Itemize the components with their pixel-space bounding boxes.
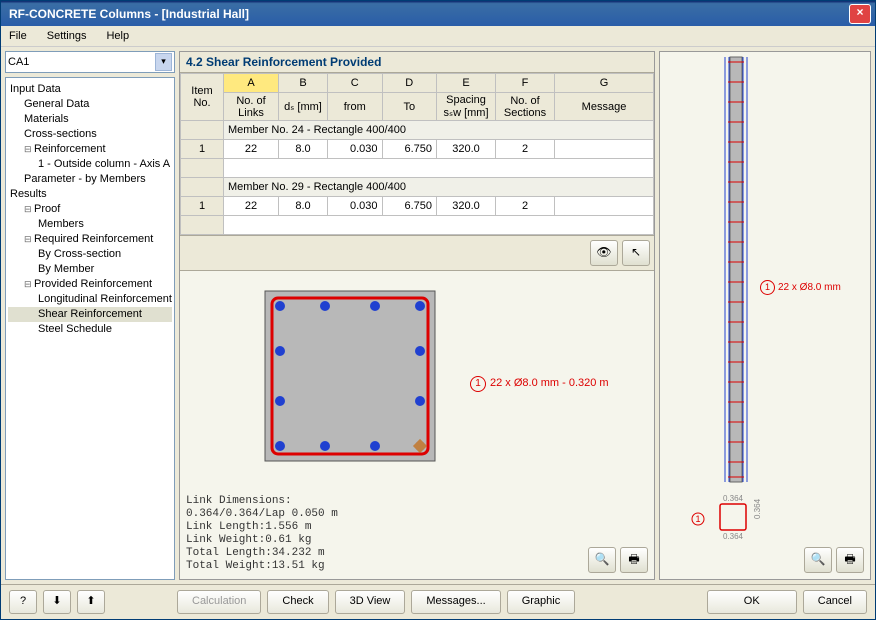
- hdr-ds: dₛ [mm]: [279, 93, 328, 121]
- hdr-sections: No. of Sections: [496, 93, 555, 121]
- col-item: Item No.: [181, 74, 224, 121]
- section-thumbnail: 1 0.364 0.364 0.364: [690, 489, 780, 547]
- hdr-to: To: [382, 93, 437, 121]
- nav-tree[interactable]: Input Data General Data Materials Cross-…: [5, 77, 175, 580]
- table-row[interactable]: 1 22 8.0 0.030 6.750 320.0 2: [181, 140, 654, 159]
- svg-text:0.364: 0.364: [723, 494, 744, 503]
- import-button[interactable]: ⬇: [43, 590, 71, 614]
- menubar: File Settings Help: [1, 26, 875, 47]
- tree-by-cs[interactable]: By Cross-section: [8, 247, 172, 262]
- svg-text:0.364: 0.364: [723, 532, 744, 541]
- col-A[interactable]: A: [224, 74, 279, 93]
- col-G[interactable]: G: [555, 74, 654, 93]
- graphic-button[interactable]: Graphic: [507, 590, 576, 614]
- table-row[interactable]: 1 22 8.0 0.030 6.750 320.0 2: [181, 197, 654, 216]
- tree-parameter[interactable]: Parameter - by Members: [8, 172, 172, 187]
- menu-help[interactable]: Help: [102, 28, 133, 44]
- pick-icon[interactable]: ↖: [622, 240, 650, 266]
- zoom-icon[interactable]: 🔍: [804, 547, 832, 573]
- group-row[interactable]: Member No. 24 - Rectangle 400/400: [224, 121, 654, 140]
- group-row[interactable]: Member No. 29 - Rectangle 400/400: [224, 178, 654, 197]
- col-D[interactable]: D: [382, 74, 437, 93]
- section-annotation: 1 22 x Ø8.0 mm - 0.320 m: [470, 376, 609, 392]
- col-E[interactable]: E: [437, 74, 496, 93]
- ok-button[interactable]: OK: [707, 590, 797, 614]
- link-dimensions-text: Link Dimensions: 0.364/0.364/Lap 0.050 m…: [186, 495, 338, 573]
- menu-file[interactable]: File: [5, 28, 31, 44]
- tree-members[interactable]: Members: [8, 217, 172, 232]
- tree-materials[interactable]: Materials: [8, 112, 172, 127]
- annotation-number: 1: [470, 376, 486, 392]
- cross-section-view[interactable]: 1 22 x Ø8.0 mm - 0.320 m Link Dimensions:…: [180, 270, 654, 579]
- hdr-from: from: [328, 93, 383, 121]
- titlebar: RF-CONCRETE Columns - [Industrial Hall] …: [1, 1, 875, 26]
- menu-settings[interactable]: Settings: [43, 28, 91, 44]
- print-icon[interactable]: 🖶: [620, 547, 648, 573]
- eye-icon[interactable]: 👁: [590, 240, 618, 266]
- close-icon[interactable]: ×: [849, 4, 871, 24]
- chevron-down-icon[interactable]: ▾: [155, 53, 172, 71]
- export-button[interactable]: ⬆: [77, 590, 105, 614]
- window-title: RF-CONCRETE Columns - [Industrial Hall]: [5, 7, 849, 21]
- member-annotation: 122 x Ø8.0 mm: [760, 280, 841, 295]
- check-button[interactable]: Check: [267, 590, 328, 614]
- tree-long-reinf[interactable]: Longitudinal Reinforcement: [8, 292, 172, 307]
- svg-text:1: 1: [695, 514, 700, 524]
- col-C[interactable]: C: [328, 74, 383, 93]
- row-header: [181, 178, 224, 197]
- results-table[interactable]: Item No. A B C D E F G No. of Links dₛ […: [180, 73, 654, 236]
- calculation-button[interactable]: Calculation: [177, 590, 261, 614]
- tree-prov-reinf[interactable]: Provided Reinforcement: [8, 277, 172, 292]
- hdr-msg: Message: [555, 93, 654, 121]
- hdr-spacing: Spacing sₛw [mm]: [437, 93, 496, 121]
- cancel-button[interactable]: Cancel: [803, 590, 867, 614]
- messages-button[interactable]: Messages...: [411, 590, 500, 614]
- tree-by-member[interactable]: By Member: [8, 262, 172, 277]
- hdr-links: No. of Links: [224, 93, 279, 121]
- cross-section-diagram: [260, 286, 450, 476]
- tree-shear-reinf[interactable]: Shear Reinforcement: [8, 307, 172, 322]
- case-combo[interactable]: CA1 ▾: [5, 51, 175, 73]
- help-button[interactable]: ?: [9, 590, 37, 614]
- svg-text:0.364: 0.364: [753, 498, 762, 519]
- member-view[interactable]: 122 x Ø8.0 mm 1 0.364 0.364 0.364 🔍 🖶: [659, 51, 871, 580]
- tree-reinforcement[interactable]: Reinforcement: [8, 142, 172, 157]
- tree-req-reinf[interactable]: Required Reinforcement: [8, 232, 172, 247]
- 3d-view-button[interactable]: 3D View: [335, 590, 406, 614]
- tree-proof[interactable]: Proof: [8, 202, 172, 217]
- case-combo-value: CA1: [8, 56, 155, 68]
- annotation-text: 22 x Ø8.0 mm - 0.320 m: [490, 377, 609, 389]
- tree-input-data[interactable]: Input Data: [8, 82, 172, 97]
- panel-heading: 4.2 Shear Reinforcement Provided: [180, 52, 654, 73]
- col-F[interactable]: F: [496, 74, 555, 93]
- tree-reinf-item[interactable]: 1 - Outside column - Axis A: [8, 157, 172, 172]
- tree-results[interactable]: Results: [8, 187, 172, 202]
- tree-cross-sections[interactable]: Cross-sections: [8, 127, 172, 142]
- tree-steel-schedule[interactable]: Steel Schedule: [8, 322, 172, 337]
- col-B[interactable]: B: [279, 74, 328, 93]
- zoom-icon[interactable]: 🔍: [588, 547, 616, 573]
- row-header: [181, 121, 224, 140]
- print-icon[interactable]: 🖶: [836, 547, 864, 573]
- tree-general-data[interactable]: General Data: [8, 97, 172, 112]
